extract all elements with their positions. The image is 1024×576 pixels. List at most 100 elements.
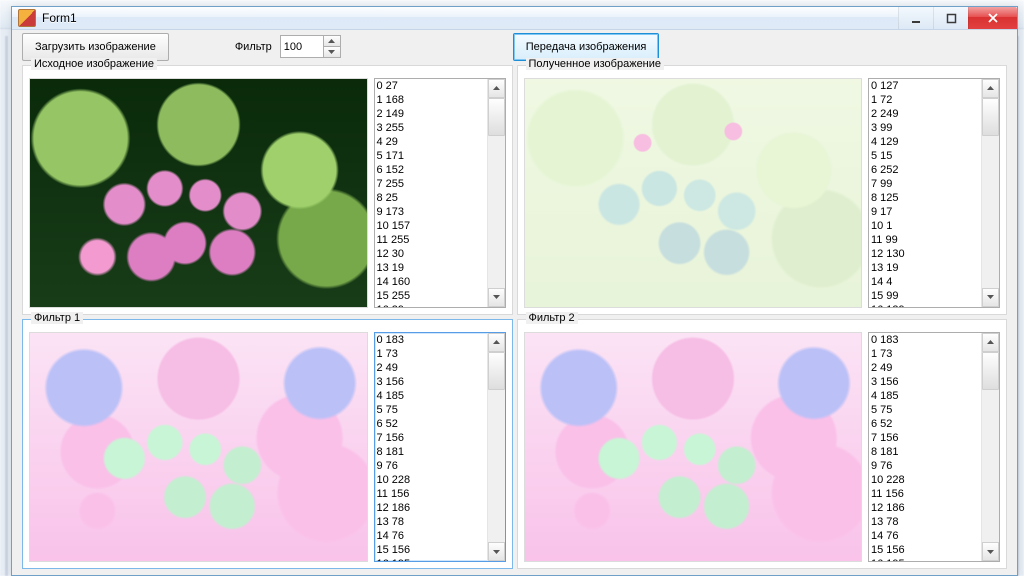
list-item[interactable]: 16 195 <box>871 557 981 561</box>
scroll-thumb[interactable] <box>488 98 505 136</box>
filter1-listbox[interactable]: 0 1831 732 493 1564 1855 756 527 1568 18… <box>374 332 506 562</box>
list-item[interactable]: 12 186 <box>377 501 487 515</box>
list-item[interactable]: 14 160 <box>377 275 487 289</box>
list-item[interactable]: 3 255 <box>377 121 487 135</box>
scroll-up-button[interactable] <box>982 333 999 352</box>
list-item[interactable]: 6 52 <box>377 417 487 431</box>
scroll-thumb[interactable] <box>982 98 999 136</box>
list-item[interactable]: 9 76 <box>871 459 981 473</box>
filter-value-spinner[interactable] <box>280 35 341 58</box>
list-item[interactable]: 3 156 <box>377 375 487 389</box>
list-item[interactable]: 4 29 <box>377 135 487 149</box>
list-item[interactable]: 1 73 <box>871 347 981 361</box>
scroll-up-button[interactable] <box>488 333 505 352</box>
list-item[interactable]: 2 149 <box>377 107 487 121</box>
list-item[interactable]: 16 139 <box>871 303 981 307</box>
list-item[interactable]: 9 76 <box>377 459 487 473</box>
list-item[interactable]: 4 185 <box>871 389 981 403</box>
filter-value-input[interactable] <box>281 36 323 57</box>
window-buttons <box>898 7 1017 29</box>
list-item[interactable]: 11 156 <box>871 487 981 501</box>
scrollbar[interactable] <box>487 79 505 307</box>
list-item[interactable]: 15 255 <box>377 289 487 303</box>
list-item[interactable]: 9 173 <box>377 205 487 219</box>
list-item[interactable]: 0 183 <box>871 333 981 347</box>
close-button[interactable] <box>968 7 1017 29</box>
list-item[interactable]: 14 76 <box>871 529 981 543</box>
scrollbar[interactable] <box>981 79 999 307</box>
list-item[interactable]: 7 255 <box>377 177 487 191</box>
scrollbar[interactable] <box>487 333 505 561</box>
list-item[interactable]: 0 183 <box>377 333 487 347</box>
spinner-down-button[interactable] <box>324 46 340 57</box>
list-item[interactable]: 10 1 <box>871 219 981 233</box>
list-item[interactable]: 5 171 <box>377 149 487 163</box>
list-item[interactable]: 15 156 <box>377 543 487 557</box>
list-item[interactable]: 8 181 <box>377 445 487 459</box>
list-item[interactable]: 11 156 <box>377 487 487 501</box>
list-item[interactable]: 10 228 <box>377 473 487 487</box>
list-item[interactable]: 5 75 <box>871 403 981 417</box>
list-item[interactable]: 3 156 <box>871 375 981 389</box>
list-item[interactable]: 3 99 <box>871 121 981 135</box>
scrollbar[interactable] <box>981 333 999 561</box>
list-item[interactable]: 4 185 <box>377 389 487 403</box>
maximize-button[interactable] <box>933 7 968 29</box>
list-item[interactable]: 13 19 <box>377 261 487 275</box>
list-item[interactable]: 11 255 <box>377 233 487 247</box>
scroll-down-button[interactable] <box>488 288 505 307</box>
list-item[interactable]: 12 130 <box>871 247 981 261</box>
list-item[interactable]: 1 168 <box>377 93 487 107</box>
list-item[interactable]: 11 99 <box>871 233 981 247</box>
list-item[interactable]: 8 25 <box>377 191 487 205</box>
transmit-image-button[interactable]: Передача изображения <box>513 33 660 61</box>
list-item[interactable]: 16 39 <box>377 303 487 307</box>
scroll-down-button[interactable] <box>982 542 999 561</box>
scroll-thumb[interactable] <box>488 352 505 390</box>
spinner-up-button[interactable] <box>324 36 340 46</box>
list-item[interactable]: 16 195 <box>377 557 487 561</box>
list-item[interactable]: 7 99 <box>871 177 981 191</box>
source-listbox[interactable]: 0 271 1682 1493 2554 295 1716 1527 2558 … <box>374 78 506 308</box>
list-item[interactable]: 10 157 <box>377 219 487 233</box>
panel-filter2: Фильтр 2 0 1831 732 493 1564 1855 756 52… <box>517 319 1008 569</box>
list-item[interactable]: 12 186 <box>871 501 981 515</box>
scroll-down-button[interactable] <box>488 542 505 561</box>
scroll-down-button[interactable] <box>982 288 999 307</box>
list-item[interactable]: 7 156 <box>377 431 487 445</box>
list-item[interactable]: 10 228 <box>871 473 981 487</box>
load-image-button[interactable]: Загрузить изображение <box>22 33 169 61</box>
list-item[interactable]: 5 15 <box>871 149 981 163</box>
list-item[interactable]: 1 72 <box>871 93 981 107</box>
list-item[interactable]: 15 156 <box>871 543 981 557</box>
received-listbox[interactable]: 0 1271 722 2493 994 1295 156 2527 998 12… <box>868 78 1000 308</box>
list-item[interactable]: 14 76 <box>377 529 487 543</box>
minimize-button[interactable] <box>898 7 933 29</box>
list-item[interactable]: 2 49 <box>871 361 981 375</box>
scroll-up-button[interactable] <box>982 79 999 98</box>
list-item[interactable]: 4 129 <box>871 135 981 149</box>
list-item[interactable]: 7 156 <box>871 431 981 445</box>
list-item[interactable]: 5 75 <box>377 403 487 417</box>
list-item[interactable]: 15 99 <box>871 289 981 303</box>
list-item[interactable]: 0 127 <box>871 79 981 93</box>
filter2-listbox[interactable]: 0 1831 732 493 1564 1855 756 527 1568 18… <box>868 332 1000 562</box>
scroll-up-button[interactable] <box>488 79 505 98</box>
list-item[interactable]: 14 4 <box>871 275 981 289</box>
scroll-thumb[interactable] <box>982 352 999 390</box>
list-item[interactable]: 9 17 <box>871 205 981 219</box>
list-item[interactable]: 0 27 <box>377 79 487 93</box>
list-item[interactable]: 12 30 <box>377 247 487 261</box>
list-item[interactable]: 8 181 <box>871 445 981 459</box>
list-item[interactable]: 6 252 <box>871 163 981 177</box>
list-item[interactable]: 2 249 <box>871 107 981 121</box>
list-item[interactable]: 13 78 <box>871 515 981 529</box>
list-item[interactable]: 6 52 <box>871 417 981 431</box>
titlebar[interactable]: Form1 <box>12 7 1017 30</box>
list-item[interactable]: 2 49 <box>377 361 487 375</box>
list-item[interactable]: 13 78 <box>377 515 487 529</box>
list-item[interactable]: 13 19 <box>871 261 981 275</box>
list-item[interactable]: 6 152 <box>377 163 487 177</box>
list-item[interactable]: 1 73 <box>377 347 487 361</box>
list-item[interactable]: 8 125 <box>871 191 981 205</box>
